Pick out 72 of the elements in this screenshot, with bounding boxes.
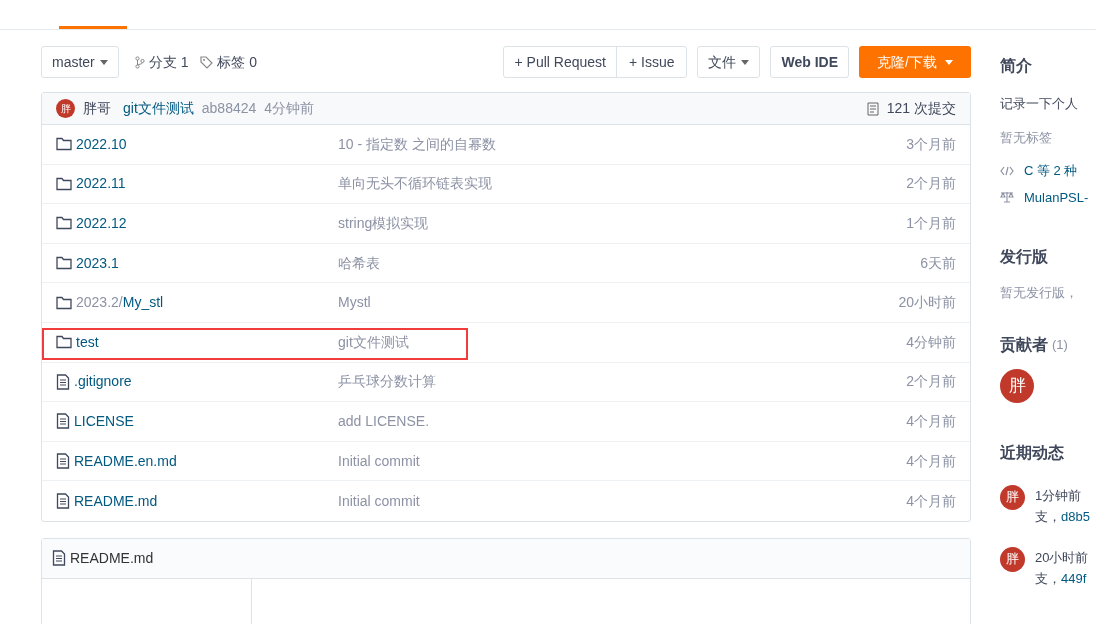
release-text: 暂无发行版， — [1000, 284, 1079, 302]
activity-text: 1分钟前 — [1035, 486, 1083, 505]
file-dropdown[interactable]: 文件 — [697, 46, 761, 78]
commit-time: 4分钟前 — [264, 99, 315, 118]
file-name[interactable]: README.md — [74, 490, 158, 512]
commit-time: 4个月前 — [906, 411, 956, 431]
activity-text: 支， — [1035, 507, 1061, 526]
commit-time: 1个月前 — [906, 214, 956, 233]
file-name[interactable]: test — [76, 331, 99, 353]
commit-time: 2个月前 — [906, 372, 956, 392]
license-link[interactable]: MulanPSL- — [1024, 187, 1089, 207]
tags-text: 暂无标签 — [1000, 128, 1053, 147]
scale-icon — [1000, 191, 1014, 204]
avatar[interactable]: 胖 — [56, 99, 75, 118]
activity-text: 20小时前 — [1035, 548, 1089, 567]
activity-text: 支， — [1035, 569, 1061, 588]
branch-icon — [134, 55, 145, 69]
avatar[interactable]: 胖 — [1000, 368, 1034, 403]
commit-time: 4个月前 — [906, 451, 956, 471]
section-title: 近期动态 — [1000, 442, 1065, 463]
file-name[interactable]: 2022.12 — [76, 213, 127, 234]
commit-link[interactable]: d8b5 — [1061, 505, 1090, 527]
tags-link[interactable]: 标签 0 — [217, 51, 258, 73]
pull-request-button[interactable]: + Pull Request — [504, 47, 617, 77]
commit-time: 3个月前 — [906, 134, 956, 154]
folder-icon — [56, 137, 72, 152]
folder-icon — [56, 295, 72, 310]
commit-message[interactable]: git文件测试 — [123, 98, 194, 119]
file-name[interactable]: 2023.1 — [76, 252, 119, 274]
commit-time: 4分钟前 — [906, 332, 956, 352]
issue-button[interactable]: + Issue — [616, 47, 687, 77]
file-icon — [56, 453, 70, 470]
commit-time: 20小时前 — [898, 293, 956, 313]
commit-author[interactable]: 胖哥 — [83, 98, 111, 119]
tag-icon — [200, 55, 214, 69]
file-name[interactable]: 2023.2/My_stl — [76, 292, 164, 314]
file-icon — [52, 550, 66, 567]
caret-icon — [944, 59, 953, 65]
commit-time: 2个月前 — [906, 174, 956, 194]
file-icon — [56, 413, 70, 430]
code-icon — [1000, 165, 1014, 176]
folder-icon — [56, 176, 72, 191]
section-title: 发行版 — [1000, 247, 1049, 267]
section-title: 简介 — [1000, 56, 1033, 76]
avatar[interactable]: 胖 — [1000, 546, 1025, 572]
commits-icon — [866, 101, 879, 116]
folder-icon — [56, 335, 72, 350]
active-tab-underline — [59, 26, 127, 29]
file-name[interactable]: LICENSE — [74, 410, 134, 432]
commit-time: 4个月前 — [906, 491, 956, 511]
branch-dropdown[interactable]: master — [41, 46, 119, 78]
commit-time: 6天前 — [920, 253, 956, 273]
file-name[interactable]: 2022.11 — [76, 173, 126, 195]
section-title: 贡献者 — [1000, 334, 1048, 356]
contributors-count: (1) — [1052, 335, 1068, 354]
file-icon — [56, 493, 70, 510]
readme-title: README.md — [70, 548, 154, 568]
folder-icon — [56, 256, 72, 271]
file-icon — [56, 373, 70, 390]
web-ide-button[interactable]: Web IDE — [770, 46, 849, 78]
languages-link[interactable]: C 等 2 种 — [1024, 161, 1078, 181]
caret-icon — [99, 59, 108, 65]
avatar[interactable]: 胖 — [1000, 484, 1025, 510]
description: 记录一下个人 — [1000, 95, 1079, 113]
file-name[interactable]: README.en.md — [74, 450, 177, 472]
folder-icon — [56, 216, 72, 231]
file-name[interactable]: .gitignore — [74, 371, 132, 393]
caret-icon — [741, 59, 750, 65]
commit-link[interactable]: 449f — [1061, 567, 1087, 589]
commits-count[interactable]: 121 次提交 — [886, 98, 956, 119]
branches-link[interactable]: 分支 1 — [148, 51, 189, 73]
file-name[interactable]: 2022.10 — [76, 133, 127, 155]
